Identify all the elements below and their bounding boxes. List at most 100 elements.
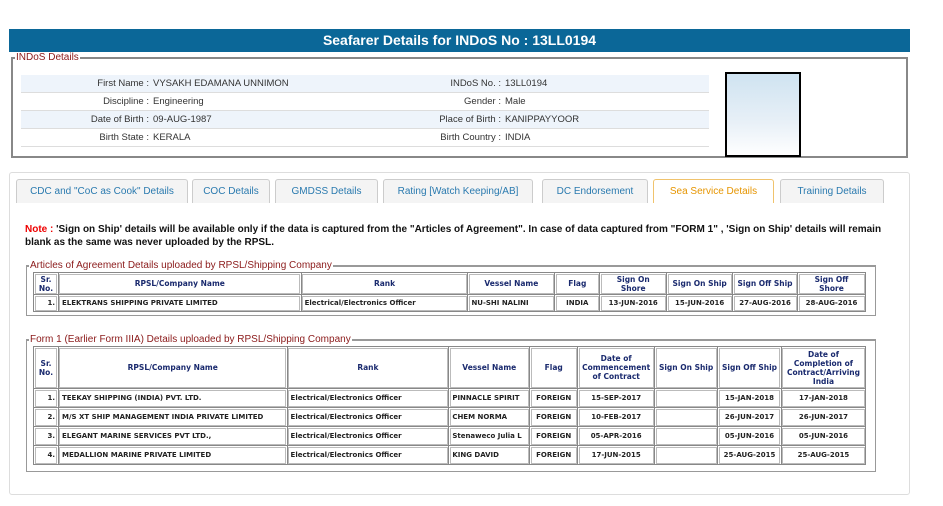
table-cell: 26-JUN-2017 [780, 407, 867, 427]
table-cell: INDIA [554, 294, 601, 312]
column-header: RPSL/Company Name [57, 346, 288, 389]
table-cell: 15-JAN-2018 [717, 388, 782, 408]
table-row: 3. ELEGANT MARINE SERVICES PVT LTD., Elect… [33, 426, 867, 446]
tab-cdc-and-coc-as-cook-details[interactable]: CDC and "CoC as Cook" Details [16, 179, 188, 203]
table-cell: 13-JUN-2016 [599, 294, 668, 312]
table-cell: ELEGANT MARINE SERVICES PVT LTD., [57, 426, 288, 446]
table-cell: 25-AUG-2015 [780, 445, 867, 465]
table-cell: CHEM NORMA [448, 407, 531, 427]
table-cell: 05-APR-2016 [577, 426, 656, 446]
tab-sea-service-details[interactable]: Sea Service Details [653, 179, 774, 203]
table-cell: 1. [33, 294, 59, 312]
seafarer-photo [725, 72, 801, 157]
table-cell: TEEKAY SHIPPING (INDIA) PVT. LTD. [57, 388, 288, 408]
table-cell: 17-JUN-2015 [577, 445, 656, 465]
field-label: First Name : [97, 78, 149, 89]
column-header: Vessel Name [448, 346, 531, 389]
table-cell [654, 426, 719, 446]
table-cell: Electrical/Electronics Officer [286, 407, 450, 427]
tab-dc-endorsement[interactable]: DC Endorsement [542, 179, 648, 203]
indos-legend: INDoS Details [16, 52, 79, 63]
table-cell: 28-AUG-2016 [797, 294, 866, 312]
indos-details: INDoS Details First Name : VYSAKH EDAMANA… [11, 52, 908, 158]
table-cell: FOREIGN [529, 426, 579, 446]
field-value: KANIPPAYYOOR [505, 114, 580, 125]
table-row: 2. M/S XT SHIP MANAGEMENT INDIA PRIVATE L… [33, 407, 867, 427]
info-row: Date of Birth : 09-AUG-1987 Place of Birth… [21, 111, 709, 129]
page-title: Seafarer Details for INDoS No : 13LL0194 [9, 29, 910, 52]
table-row: 1. ELEKTRANS SHIPPING PRIVATE LIMITED Elec… [33, 294, 866, 312]
table-cell: MEDALLION MARINE PRIVATE LIMITED [57, 445, 288, 465]
tab-training-details[interactable]: Training Details [780, 179, 884, 203]
field-label: INDoS No. : [450, 78, 501, 89]
field-value: 13LL0194 [505, 78, 548, 89]
table-cell: Electrical/Electronics Officer [286, 388, 450, 408]
field-label: Date of Birth : [90, 114, 149, 125]
tab-rating-watch-keeping-ab[interactable]: Rating [Watch Keeping/AB] [383, 179, 533, 203]
info-row: Discipline : Engineering Gender : Male [21, 93, 709, 111]
table-cell: Electrical/Electronics Officer [300, 294, 469, 312]
form1-table: Sr. No. RPSL/Company Name Rank Vessel Name F… [33, 346, 867, 465]
table-cell: NU-SHI NALINI [467, 294, 556, 312]
column-header: RPSL/Company Name [57, 272, 302, 295]
table-cell: 15-JUN-2016 [666, 294, 734, 312]
field-value: INDIA [505, 132, 531, 143]
field-label: Gender : [464, 96, 501, 107]
column-header: Sr. No. [33, 272, 59, 295]
table-cell: 05-JUN-2016 [780, 426, 867, 446]
table-cell: ELEKTRANS SHIPPING PRIVATE LIMITED [57, 294, 302, 312]
field-value: 09-AUG-1987 [153, 114, 212, 125]
column-header: Rank [300, 272, 469, 295]
table-cell: 26-JUN-2017 [717, 407, 782, 427]
aoa-table: Sr. No. RPSL/Company Name Rank Vessel Name F… [33, 272, 866, 312]
table-cell: Stenaweco Julia L [448, 426, 531, 446]
column-header: Sign Off Shore [797, 272, 866, 295]
field-value: Engineering [153, 96, 204, 107]
table-cell: M/S XT SHIP MANAGEMENT INDIA PRIVATE LIM… [57, 407, 288, 427]
column-header: Flag [529, 346, 579, 389]
table-cell [654, 445, 719, 465]
table-cell: Electrical/Electronics Officer [286, 426, 450, 446]
table-cell: 10-FEB-2017 [577, 407, 656, 427]
table-cell: 17-JAN-2018 [780, 388, 867, 408]
field-label: Discipline : [103, 96, 149, 107]
field-value: KERALA [153, 132, 191, 143]
field-label: Birth State : [99, 132, 149, 143]
column-header: Sr. No. [33, 346, 59, 389]
table-cell: FOREIGN [529, 407, 579, 427]
table-cell: 1. [33, 388, 59, 408]
field-label: Place of Birth : [439, 114, 501, 125]
column-header: Sign On Ship [666, 272, 734, 295]
tab-coc-details[interactable]: COC Details [192, 179, 270, 203]
info-row: Birth State : KERALA Birth Country : INDIA [21, 129, 709, 147]
table-cell: 25-AUG-2015 [717, 445, 782, 465]
table-cell: 3. [33, 426, 59, 446]
table-row: 4. MEDALLION MARINE PRIVATE LIMITED Electr… [33, 445, 867, 465]
column-header: Sign Off Ship [732, 272, 798, 295]
column-header: Sign Off Ship [717, 346, 782, 389]
table-cell: 27-AUG-2016 [732, 294, 798, 312]
info-row: First Name : VYSAKH EDAMANA UNNIMON INDoS … [21, 75, 709, 93]
table-cell [654, 388, 719, 408]
column-header: Date of Commencement of Contract [577, 346, 656, 389]
tab-gmdss-details[interactable]: GMDSS Details [275, 179, 378, 203]
column-header: Vessel Name [467, 272, 556, 295]
header-row: Sr. No. RPSL/Company Name Rank Vessel Name F… [33, 346, 867, 389]
table-cell: FOREIGN [529, 388, 579, 408]
column-header: Date of Completion of Contract/Arriving … [780, 346, 867, 389]
header-row: Sr. No. RPSL/Company Name Rank Vessel Name F… [33, 272, 866, 295]
table-cell: Electrical/Electronics Officer [286, 445, 450, 465]
note: Note : 'Sign on Ship' details will be av… [25, 224, 882, 248]
table-cell: 05-JUN-2016 [717, 426, 782, 446]
table-cell: FOREIGN [529, 445, 579, 465]
column-header: Flag [554, 272, 601, 295]
table-cell: 4. [33, 445, 59, 465]
table-cell: PINNACLE SPIRIT [448, 388, 531, 408]
column-header: Sign On Shore [599, 272, 668, 295]
column-header: Sign On Ship [654, 346, 719, 389]
column-header: Rank [286, 346, 450, 389]
table-cell: KING DAVID [448, 445, 531, 465]
table-cell: 15-SEP-2017 [577, 388, 656, 408]
table-cell [654, 407, 719, 427]
table-cell: 2. [33, 407, 59, 427]
